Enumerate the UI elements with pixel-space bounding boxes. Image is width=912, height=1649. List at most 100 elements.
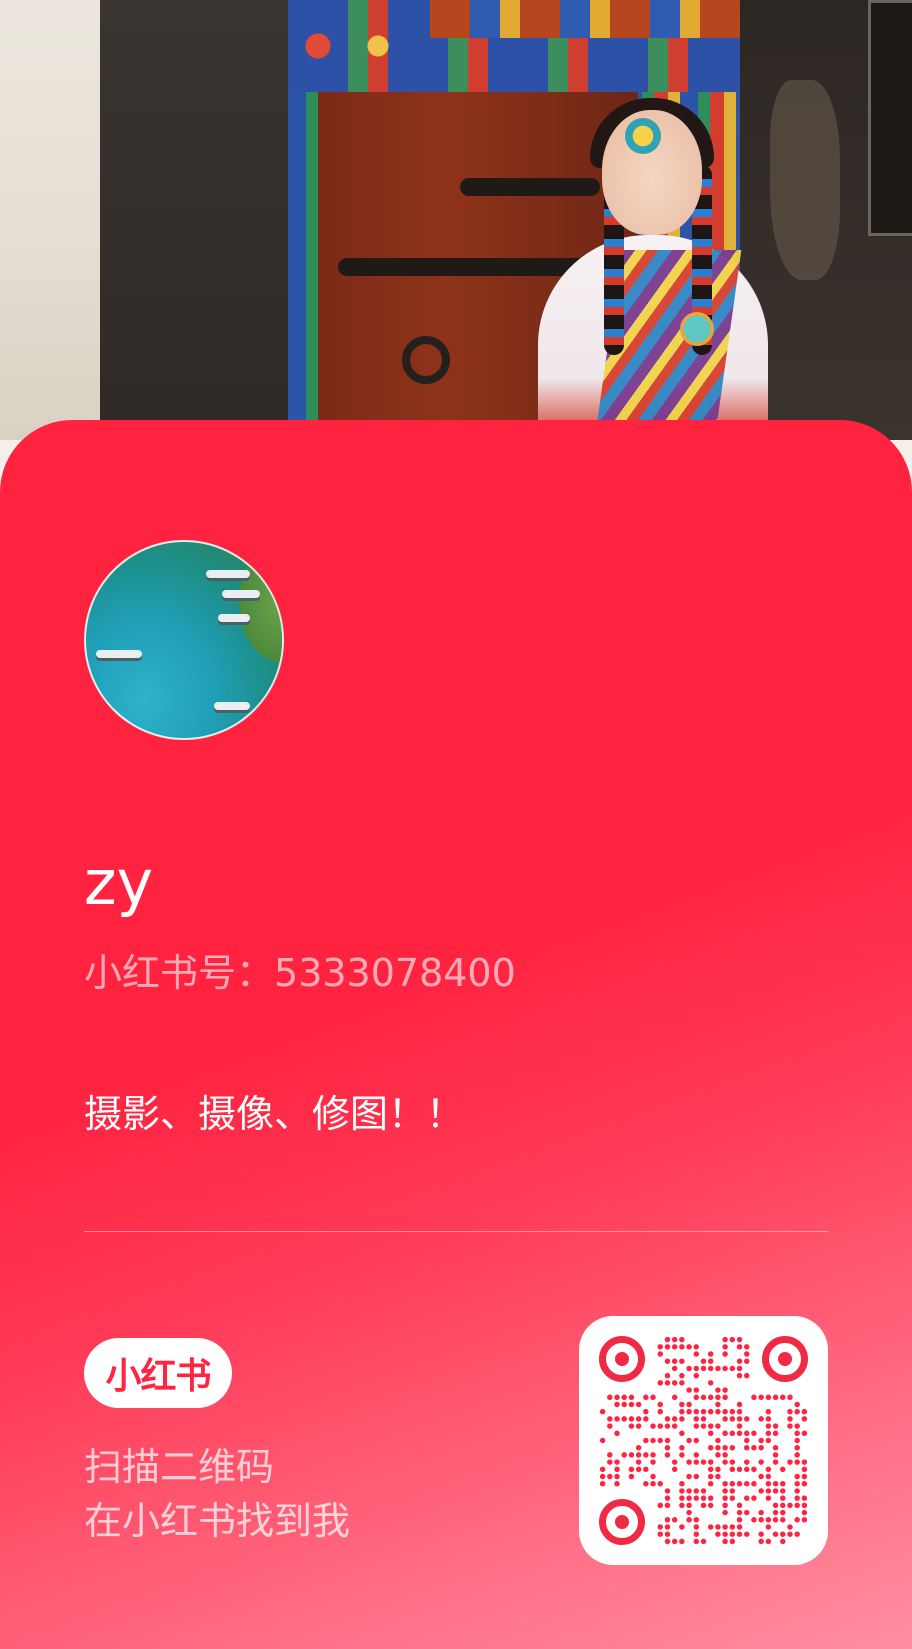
qr-module [722,1408,728,1415]
qr-module [707,1408,714,1415]
qr-module [744,1481,750,1487]
qr-module [758,1444,764,1451]
qr-module [794,1444,800,1451]
qr-module [772,1531,779,1537]
qr-module [744,1430,750,1437]
qr-module [751,1495,757,1501]
qr-module [780,1509,786,1516]
qr-module [707,1473,714,1480]
qr-module [758,1394,764,1400]
qr-module [722,1509,728,1516]
qr-module [679,1502,685,1509]
qr-module [650,1481,656,1487]
qr-module [650,1473,656,1480]
qr-module [715,1394,721,1400]
qr-module [722,1481,728,1487]
qr-module [614,1481,620,1487]
qr-module [679,1444,685,1451]
qr-module [722,1502,728,1509]
qr-module [729,1466,736,1473]
qr-module [643,1394,649,1400]
qr-module [607,1459,613,1465]
qr-module [765,1538,772,1545]
qr-module [794,1459,800,1465]
qr-module [693,1531,700,1537]
qr-module [607,1394,613,1400]
qr-module [643,1437,649,1444]
qr-module [794,1430,800,1437]
qr-module [722,1452,728,1458]
qr-module [765,1466,772,1473]
qr-module [715,1466,721,1473]
qr-module [736,1344,743,1350]
qr-module [693,1365,700,1372]
qr-module [614,1430,620,1437]
qr-module [780,1538,786,1545]
qr-module [607,1423,613,1429]
qr-module [599,1481,606,1487]
qr-module [671,1538,678,1545]
qr-module [765,1488,772,1494]
qr-module [607,1416,613,1422]
qr-module [628,1473,635,1480]
qr-module [751,1430,757,1437]
qr-module [801,1416,808,1422]
profile-card-page: zy 小红书号：5333078400 摄影、摄像、修图！！ 小红书 扫描二维码 … [0,0,912,1649]
qr-module [707,1524,714,1530]
qr-module [671,1466,678,1473]
qr-module [643,1466,649,1473]
qr-module [758,1473,764,1480]
qr-module [664,1524,671,1530]
qr-module [671,1416,678,1422]
qr-module [722,1495,728,1501]
qr-module [736,1481,743,1487]
qr-module [679,1358,685,1364]
qr-module [700,1408,707,1415]
qr-module [707,1466,714,1473]
avatar[interactable] [84,540,284,740]
qr-module [686,1495,692,1501]
qr-module [664,1452,671,1458]
logo-text: 小红书 [105,1356,211,1397]
qr-module [736,1531,743,1537]
qr-module [621,1416,627,1422]
qr-module [744,1495,750,1501]
qr-module [794,1408,800,1415]
qr-module [686,1437,692,1444]
qr-module [794,1502,800,1509]
qr-module [722,1430,728,1437]
qr-module [621,1394,627,1400]
qr-module [765,1394,772,1400]
qr-module [794,1452,800,1458]
qr-module [664,1344,671,1350]
qr-module [707,1380,714,1386]
qr-module [635,1452,642,1458]
qr-module [671,1394,678,1400]
qr-module [765,1437,772,1444]
qr-module [657,1351,663,1357]
qr-module [787,1524,793,1530]
qr-module [614,1466,620,1473]
qr-module [707,1394,714,1400]
qr-module [780,1394,786,1400]
qr-module [715,1408,721,1415]
qr-module [772,1509,779,1516]
qr-module [765,1408,772,1415]
qr-module [679,1452,685,1458]
qr-module [614,1394,620,1400]
qr-module [664,1336,671,1343]
qr-module [758,1416,764,1422]
qr-module [722,1531,728,1537]
qr-module [643,1416,649,1422]
qr-module [693,1344,700,1350]
qr-module [751,1444,757,1451]
qr-code[interactable] [579,1316,828,1565]
username: zy [84,846,154,919]
qr-module [722,1488,728,1494]
qr-module [664,1372,671,1379]
qr-module [686,1365,692,1372]
qr-module [635,1459,642,1465]
qr-module [614,1473,620,1480]
qr-module [650,1459,656,1465]
qr-module [715,1473,721,1480]
